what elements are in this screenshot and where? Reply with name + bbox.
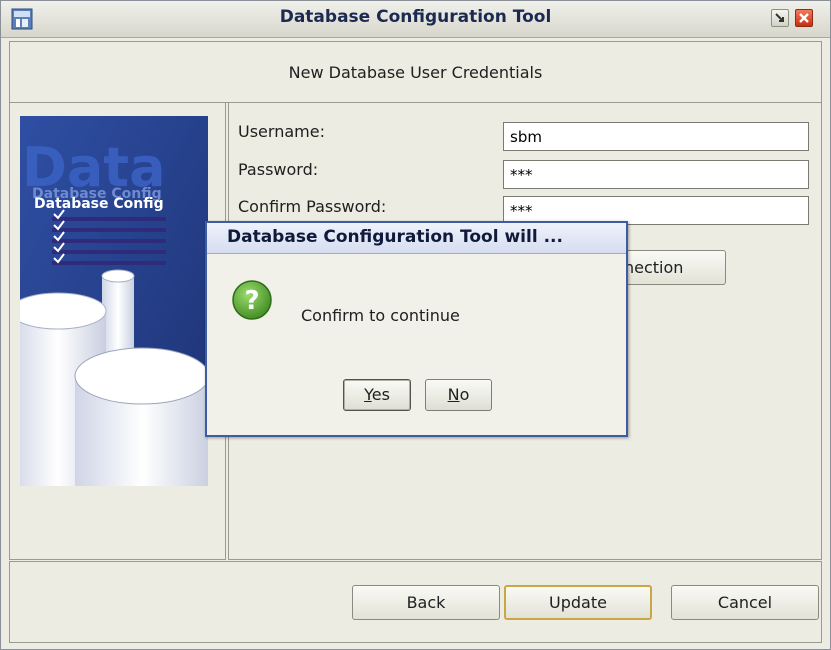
yes-mnemonic: Y bbox=[364, 385, 372, 404]
confirm-password-label: Confirm Password: bbox=[238, 197, 387, 216]
minimize-icon bbox=[775, 13, 784, 22]
banner-caption: Database Config bbox=[34, 196, 164, 212]
header-panel: New Database User Credentials bbox=[9, 41, 822, 103]
dialog-title-bar[interactable]: Database Configuration Tool will ... bbox=[207, 223, 626, 254]
banner-image: Data Database Config Database Config bbox=[20, 116, 208, 486]
window-title: Database Configuration Tool bbox=[279, 7, 552, 27]
dialog-title: Database Configuration Tool will ... bbox=[227, 227, 563, 247]
title-bar[interactable]: Database Configuration Tool bbox=[1, 1, 830, 38]
main-window: Database Configuration Tool New Database… bbox=[0, 0, 831, 650]
back-button[interactable]: Back bbox=[352, 585, 500, 620]
minimize-button[interactable] bbox=[771, 9, 789, 27]
no-mnemonic: N bbox=[447, 385, 460, 404]
close-icon bbox=[799, 13, 809, 23]
test-connection-label: nection bbox=[624, 258, 684, 277]
header-title: New Database User Credentials bbox=[288, 63, 543, 82]
update-button[interactable]: Update bbox=[504, 585, 652, 620]
username-label: Username: bbox=[238, 122, 325, 141]
username-input[interactable] bbox=[503, 122, 809, 151]
dialog-message: Confirm to continue bbox=[301, 306, 460, 325]
close-button[interactable] bbox=[795, 9, 813, 27]
cancel-button[interactable]: Cancel bbox=[671, 585, 819, 620]
yes-button[interactable]: Yes bbox=[343, 379, 411, 411]
svg-text:?: ? bbox=[244, 286, 259, 316]
password-label: Password: bbox=[238, 160, 319, 179]
yes-label: es bbox=[371, 385, 390, 404]
password-input[interactable] bbox=[503, 160, 809, 189]
no-button[interactable]: No bbox=[425, 379, 492, 411]
confirm-dialog: Database Configuration Tool will ... ? C… bbox=[205, 221, 628, 437]
question-icon: ? bbox=[232, 280, 272, 320]
no-label: o bbox=[459, 385, 470, 404]
